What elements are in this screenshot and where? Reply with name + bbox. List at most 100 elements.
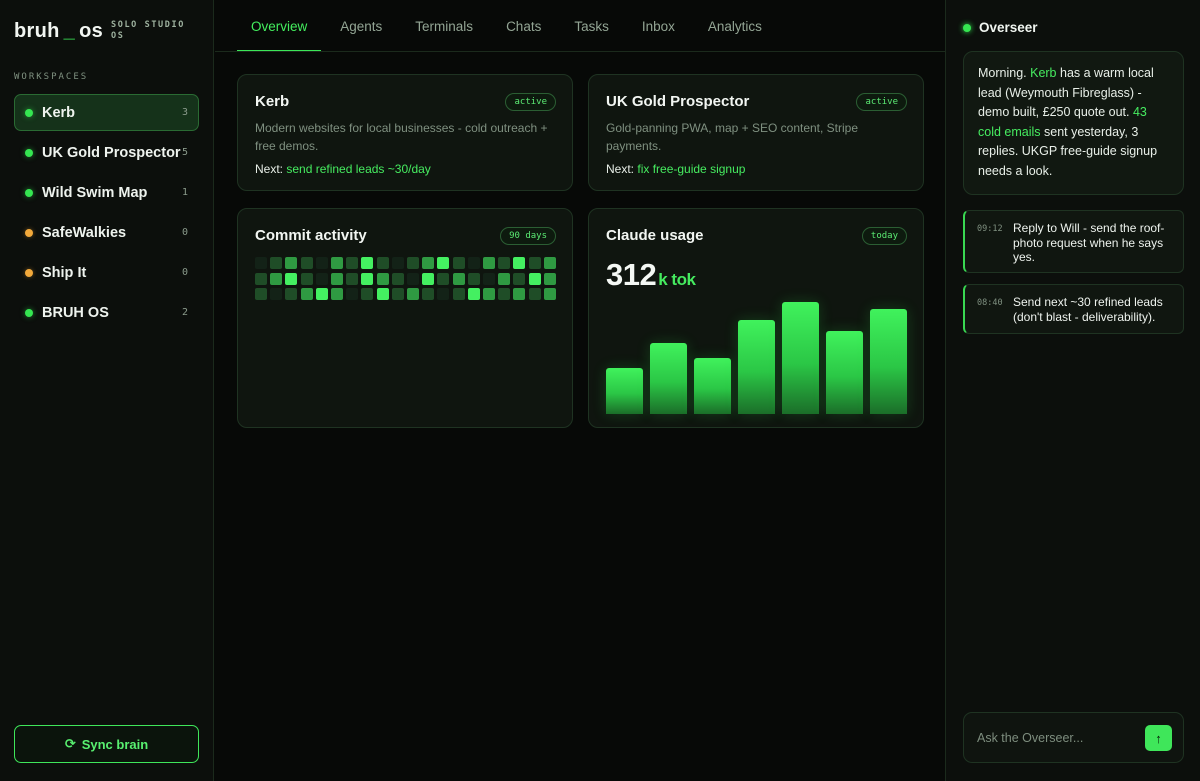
heatmap-cell xyxy=(376,288,389,300)
app-logo: bruh _ os SOLO STUDIO OS xyxy=(14,20,185,43)
tab-chats[interactable]: Chats xyxy=(492,0,555,52)
tab-analytics[interactable]: Analytics xyxy=(694,0,776,52)
heatmap-cell xyxy=(437,272,450,285)
usage-bar xyxy=(738,319,775,414)
log-time: 09:12 xyxy=(977,224,1003,234)
project-next-step: Next: fix free-guide signup xyxy=(606,162,745,176)
heatmap-cell xyxy=(361,288,374,300)
online-status-dot xyxy=(963,23,971,32)
project-title: UK Gold Prospector xyxy=(606,93,750,110)
heatmap-cell xyxy=(528,272,541,285)
heatmap-cell xyxy=(346,288,359,300)
heatmap-cell xyxy=(331,272,343,285)
tab-inbox[interactable]: Inbox xyxy=(628,0,689,52)
refresh-icon: ⟳ xyxy=(64,736,76,751)
sidebar-item-wild-swim-map[interactable]: Wild Swim Map 1 xyxy=(14,174,199,211)
usage-bar xyxy=(826,331,863,414)
heatmap-cell xyxy=(407,257,419,269)
status-dot xyxy=(25,188,33,197)
heatmap-cell xyxy=(270,272,283,285)
range-badge: 90 days xyxy=(500,227,556,245)
project-card-uk-gold-prospector[interactable]: UK Gold Prospector active Gold-panning P… xyxy=(588,74,924,191)
heatmap-cell xyxy=(285,272,298,285)
workspaces-section-label: WORKSPACES xyxy=(14,72,89,82)
heatmap-cell xyxy=(391,257,404,269)
heatmap-cell xyxy=(315,257,328,269)
status-dot xyxy=(25,108,33,117)
heatmap-cell xyxy=(255,272,267,285)
logo-name-left: bruh xyxy=(14,20,60,42)
usage-bar xyxy=(694,357,731,414)
sync-brain-label: Sync brain xyxy=(81,736,149,752)
log-item[interactable]: 08:40 Send next ~30 refined leads (don't … xyxy=(963,284,1184,334)
workspace-name: UK Gold Prospector xyxy=(42,144,181,161)
usage-unit: k tok xyxy=(658,270,696,289)
heatmap-cell xyxy=(255,257,267,269)
project-card-kerb[interactable]: Kerb active Modern websites for local bu… xyxy=(237,74,573,191)
tab-overview[interactable]: Overview xyxy=(237,0,322,52)
log-time: 08:40 xyxy=(977,298,1003,308)
heatmap-cell xyxy=(452,288,465,300)
sidebar-item-bruh-os[interactable]: BRUH OS 2 xyxy=(14,294,199,331)
heatmap-cell xyxy=(391,272,404,285)
heatmap-cell xyxy=(467,288,480,300)
project-description: Modern websites for local businesses - c… xyxy=(255,121,548,153)
heatmap-cell xyxy=(498,288,511,300)
heatmap-cell xyxy=(270,257,283,269)
heatmap-cell xyxy=(422,288,435,300)
heatmap-cell xyxy=(361,257,374,269)
message-highlight: Kerb xyxy=(1030,66,1057,80)
message-text: Morning. xyxy=(978,66,1031,80)
ask-overseer-box: ↑ xyxy=(963,712,1184,763)
heatmap-cell xyxy=(452,272,465,285)
heatmap-cell xyxy=(513,257,526,269)
heatmap-cell xyxy=(483,272,495,285)
heatmap-cell xyxy=(407,288,419,300)
tabbar-divider xyxy=(215,51,945,52)
heatmap-cell xyxy=(300,257,313,269)
logo-subtitle: SOLO STUDIO OS xyxy=(111,20,185,42)
overseer-title: Overseer xyxy=(979,20,1038,35)
sidebar-item-kerb[interactable]: Kerb 3 xyxy=(14,94,199,131)
sync-brain-button[interactable]: ⟳ Sync brain xyxy=(14,725,199,763)
logo-wordmark: bruh _ os xyxy=(14,20,103,43)
period-badge: today xyxy=(861,227,907,245)
heatmap-cell xyxy=(361,272,374,285)
sidebar-item-ship-it[interactable]: Ship It 0 xyxy=(14,254,199,291)
usage-bar-chart xyxy=(606,299,909,414)
workspace-count: 0 xyxy=(181,227,188,238)
next-value: send refined leads ~30/day xyxy=(286,162,431,176)
claude-usage-title: Claude usage xyxy=(606,227,704,244)
ask-overseer-input[interactable] xyxy=(977,713,1137,762)
heatmap-cell xyxy=(315,272,328,285)
heatmap-cell xyxy=(437,257,450,269)
logo-subtitle-line-1: SOLO STUDIO xyxy=(111,20,185,30)
send-button[interactable]: ↑ xyxy=(1145,725,1172,751)
heatmap-cell xyxy=(331,288,343,300)
heatmap-cell xyxy=(543,288,556,300)
log-item[interactable]: 09:12 Reply to Will - send the roof-photo… xyxy=(963,210,1184,273)
heatmap-cell xyxy=(285,257,298,269)
project-next-step: Next: send refined leads ~30/day xyxy=(255,162,431,176)
sidebar: bruh _ os SOLO STUDIO OS WORKSPACES Kerb 3 U… xyxy=(0,0,214,781)
tab-terminals[interactable]: Terminals xyxy=(401,0,487,52)
logo-name-right: os xyxy=(79,20,104,42)
usage-total: 312 k tok xyxy=(606,257,696,293)
heatmap-cell xyxy=(270,288,283,300)
usage-bar xyxy=(650,342,687,414)
heatmap-cell xyxy=(498,272,511,285)
heatmap-cell xyxy=(376,257,389,269)
tab-tasks[interactable]: Tasks xyxy=(560,0,623,52)
usage-bar xyxy=(870,309,907,414)
workspace-count: 1 xyxy=(181,187,188,198)
overseer-header: Overseer xyxy=(963,20,1038,35)
workspace-list: Kerb 3 UK Gold Prospector 5 Wild Swim Map 1 Sa… xyxy=(14,94,199,334)
sidebar-item-uk-gold-prospector[interactable]: UK Gold Prospector 5 xyxy=(14,134,199,171)
workspace-count: 5 xyxy=(181,147,188,158)
sidebar-item-safewalkies[interactable]: SafeWalkies 0 xyxy=(14,214,199,251)
overseer-message: Morning. Kerb has a warm local lead (Wey… xyxy=(963,51,1184,195)
status-dot xyxy=(25,148,33,157)
tab-agents[interactable]: Agents xyxy=(326,0,396,52)
workspace-name: BRUH OS xyxy=(42,304,109,321)
heatmap-cell xyxy=(422,257,435,269)
